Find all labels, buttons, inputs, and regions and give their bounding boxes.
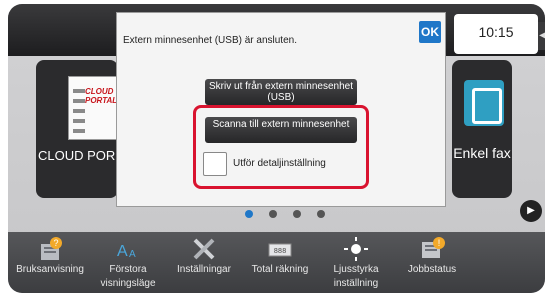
page-dot[interactable] bbox=[293, 210, 301, 218]
bottom-item-enlarge[interactable]: AA Förstora visningsläge bbox=[90, 236, 166, 291]
usb-dialog: Extern minnesenhet (USB) är ansluten. OK… bbox=[116, 12, 446, 207]
tile-enkel-fax[interactable]: Enkel fax bbox=[452, 60, 512, 198]
ok-button[interactable]: OK bbox=[419, 21, 441, 43]
cloud-portal-logo: CLOUD PORTAL bbox=[68, 76, 120, 140]
counter-icon: 888 bbox=[266, 236, 294, 262]
clock: 10:15 bbox=[478, 24, 514, 40]
bottom-item-label: Bruksanvisning bbox=[16, 264, 84, 275]
svg-text:A: A bbox=[129, 249, 136, 260]
svg-text:A: A bbox=[117, 243, 128, 260]
job-status-icon: ! bbox=[418, 236, 446, 262]
bottom-item-counter[interactable]: 888 Total räkning bbox=[242, 236, 318, 277]
bottom-item-label: Total räkning bbox=[251, 264, 309, 275]
dialog-message: Extern minnesenhet (USB) är ansluten. bbox=[123, 35, 297, 46]
bottom-item-settings[interactable]: Inställningar bbox=[166, 236, 242, 277]
bottom-item-label: Ljusstyrka inställning bbox=[333, 264, 379, 289]
svg-text:888: 888 bbox=[274, 248, 287, 256]
clock-box: 10:15 bbox=[454, 14, 538, 54]
next-page-button[interactable]: ▶ bbox=[520, 200, 542, 222]
bottom-item-brightness[interactable]: Ljusstyrka inställning bbox=[318, 236, 394, 291]
enlarge-display-icon: AA bbox=[114, 236, 142, 262]
detail-setting-checkbox[interactable] bbox=[203, 152, 227, 176]
bottom-item-label: Inställningar bbox=[177, 264, 231, 275]
svg-text:!: ! bbox=[438, 238, 441, 248]
detail-setting-label: Utför detaljinställning bbox=[233, 158, 326, 169]
fax-icon bbox=[464, 80, 504, 126]
page-dot[interactable] bbox=[245, 210, 253, 218]
print-from-usb-button[interactable]: Skriv ut från extern minnesenhet (USB) bbox=[205, 79, 357, 105]
settings-tools-icon bbox=[190, 236, 218, 262]
svg-text:?: ? bbox=[53, 238, 58, 248]
tile-enkel-fax-label: Enkel fax bbox=[453, 145, 511, 161]
tile-cloud-portal[interactable]: CLOUD PORTAL CLOUD POR bbox=[36, 60, 120, 198]
page-dot[interactable] bbox=[269, 210, 277, 218]
manual-icon: ? bbox=[36, 236, 64, 262]
bottom-item-label: Jobbstatus bbox=[407, 264, 457, 275]
bottom-item-manual[interactable]: ? Bruksanvisning bbox=[12, 236, 88, 277]
scan-to-usb-button[interactable]: Scanna till extern minnesenhet bbox=[205, 117, 357, 143]
detail-setting-row[interactable]: Utför detaljinställning bbox=[203, 152, 353, 178]
page-indicator bbox=[245, 210, 325, 220]
bottom-item-label: Förstora visningsläge bbox=[100, 264, 156, 289]
bottom-item-jobstatus[interactable]: ! Jobbstatus bbox=[394, 236, 470, 277]
page-dot[interactable] bbox=[317, 210, 325, 218]
tile-cloud-portal-label: CLOUD POR bbox=[38, 148, 116, 163]
side-panel-tab[interactable]: ◀ bbox=[538, 22, 545, 50]
bottom-bar: ? Bruksanvisning AA Förstora visningsläg… bbox=[8, 232, 545, 293]
brightness-icon bbox=[342, 236, 370, 262]
cloud-portal-logo-text: CLOUD PORTAL bbox=[85, 87, 118, 105]
